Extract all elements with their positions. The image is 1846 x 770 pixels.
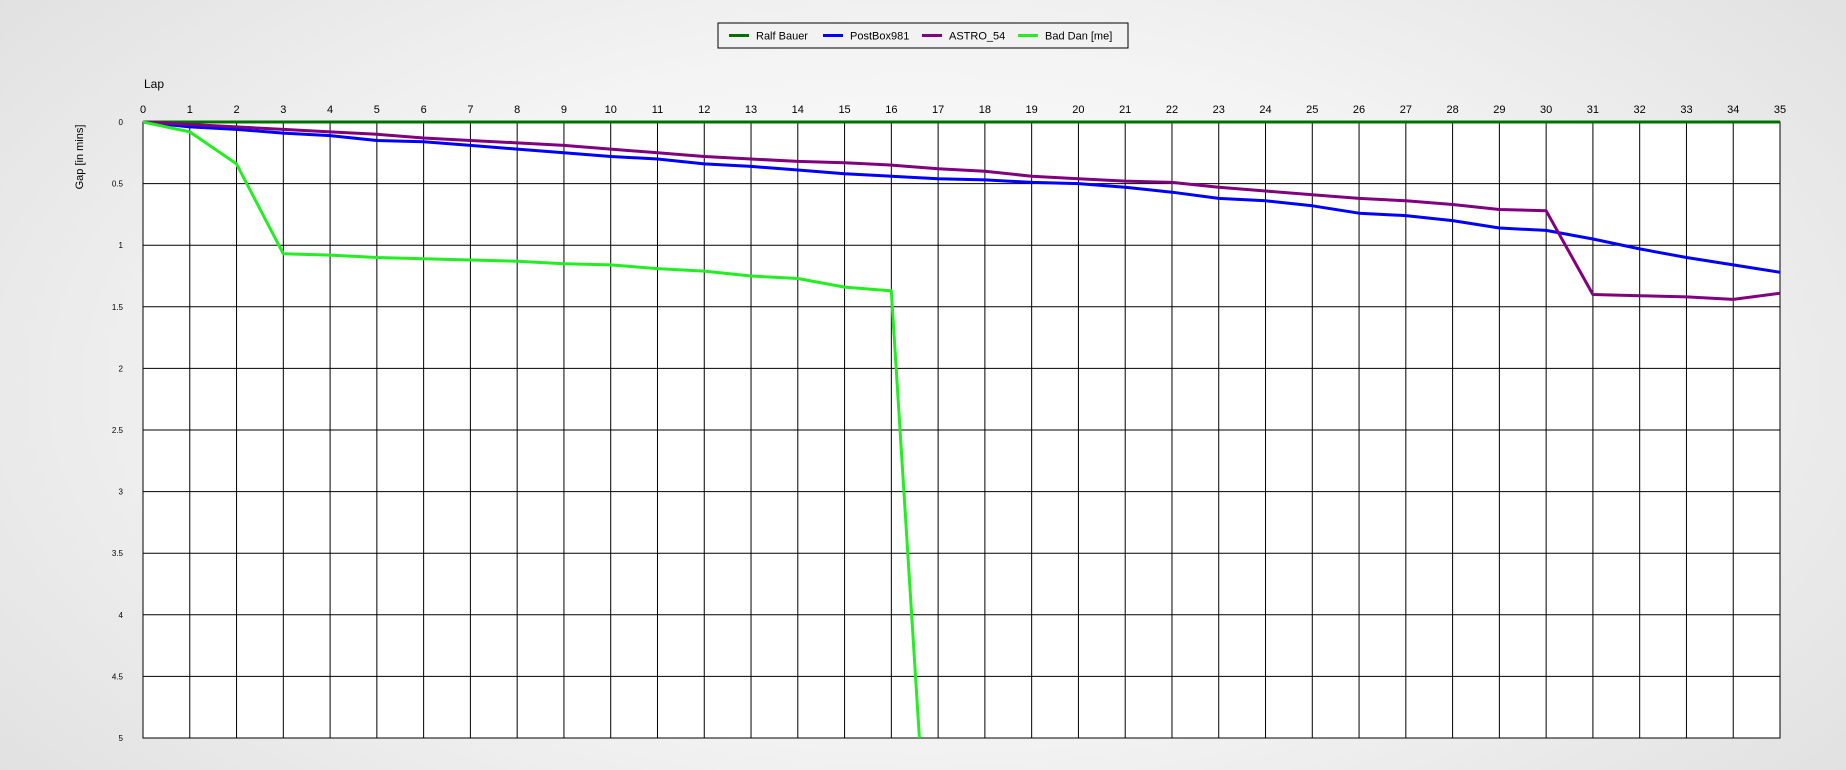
x-tick-label: 19: [1026, 104, 1038, 116]
x-tick-label: 9: [561, 104, 567, 116]
x-tick-label: 20: [1072, 104, 1084, 116]
x-tick-label: 31: [1587, 104, 1599, 116]
x-tick-label: 7: [467, 104, 473, 116]
x-tick-label: 0: [140, 104, 146, 116]
x-tick-label: 29: [1493, 104, 1505, 116]
x-tick-label: 34: [1727, 104, 1739, 116]
y-axis-label: Gap [in mins]: [74, 125, 86, 190]
x-tick-label: 14: [792, 104, 804, 116]
legend: Ralf Bauer PostBox981 ASTRO_54 Bad Dan [me]: [717, 22, 1129, 49]
x-tick-label: 21: [1119, 104, 1131, 116]
legend-label: ASTRO_54: [949, 31, 1005, 43]
x-tick-label: 22: [1166, 104, 1178, 116]
x-tick-label: 33: [1680, 104, 1692, 116]
x-tick-label: 28: [1446, 104, 1458, 116]
x-tick-label: 12: [698, 104, 710, 116]
x-tick-label: 35: [1774, 104, 1786, 116]
x-axis-label: Lap: [144, 77, 164, 91]
x-tick-label: 32: [1634, 104, 1646, 116]
gap-chart: 0 1 2 3 4 5 6 7 8 9 10 11 12 13 14 15 16 17 18 19 20 21 22 23 24…: [74, 22, 1786, 743]
x-tick-label: 16: [885, 104, 897, 116]
y-tick-label: 2.5: [112, 426, 124, 435]
y-tick-label: 5: [119, 734, 124, 743]
x-tick-label: 17: [932, 104, 944, 116]
x-axis-ticks: 0 1 2 3 4 5 6 7 8 9 10 11 12 13 14 15 16 17 18 19 20 21 22 23 24…: [140, 104, 1786, 116]
x-tick-label: 25: [1306, 104, 1318, 116]
legend-label: Bad Dan [me]: [1045, 31, 1112, 43]
y-tick-label: 0.5: [112, 180, 124, 189]
y-tick-label: 0: [119, 118, 124, 127]
y-tick-label: 3: [119, 488, 124, 497]
y-tick-label: 4.5: [112, 672, 124, 681]
x-tick-label: 23: [1213, 104, 1225, 116]
x-tick-label: 10: [605, 104, 617, 116]
x-tick-label: 4: [327, 104, 333, 116]
x-tick-label: 6: [421, 104, 427, 116]
y-tick-label: 2: [119, 364, 124, 373]
x-tick-label: 30: [1540, 104, 1552, 116]
x-tick-label: 13: [745, 104, 757, 116]
y-tick-label: 1: [119, 241, 124, 250]
x-tick-label: 24: [1259, 104, 1271, 116]
y-axis-ticks: 0 0.5 1 1.5 2 2.5 3 3.5 4 4.5 5: [112, 118, 124, 743]
legend-label: PostBox981: [850, 31, 909, 43]
x-tick-label: 8: [514, 104, 520, 116]
y-tick-label: 4: [119, 611, 124, 620]
x-tick-label: 2: [233, 104, 239, 116]
x-tick-label: 1: [187, 104, 193, 116]
x-tick-label: 5: [374, 104, 380, 116]
x-tick-label: 18: [979, 104, 991, 116]
x-tick-label: 11: [652, 104, 663, 116]
legend-label: Ralf Bauer: [756, 31, 808, 43]
x-tick-label: 15: [838, 104, 850, 116]
x-tick-label: 26: [1353, 104, 1365, 116]
y-tick-label: 1.5: [112, 303, 124, 312]
x-tick-label: 3: [280, 104, 286, 116]
y-tick-label: 3.5: [112, 549, 124, 558]
x-tick-label: 27: [1400, 104, 1412, 116]
